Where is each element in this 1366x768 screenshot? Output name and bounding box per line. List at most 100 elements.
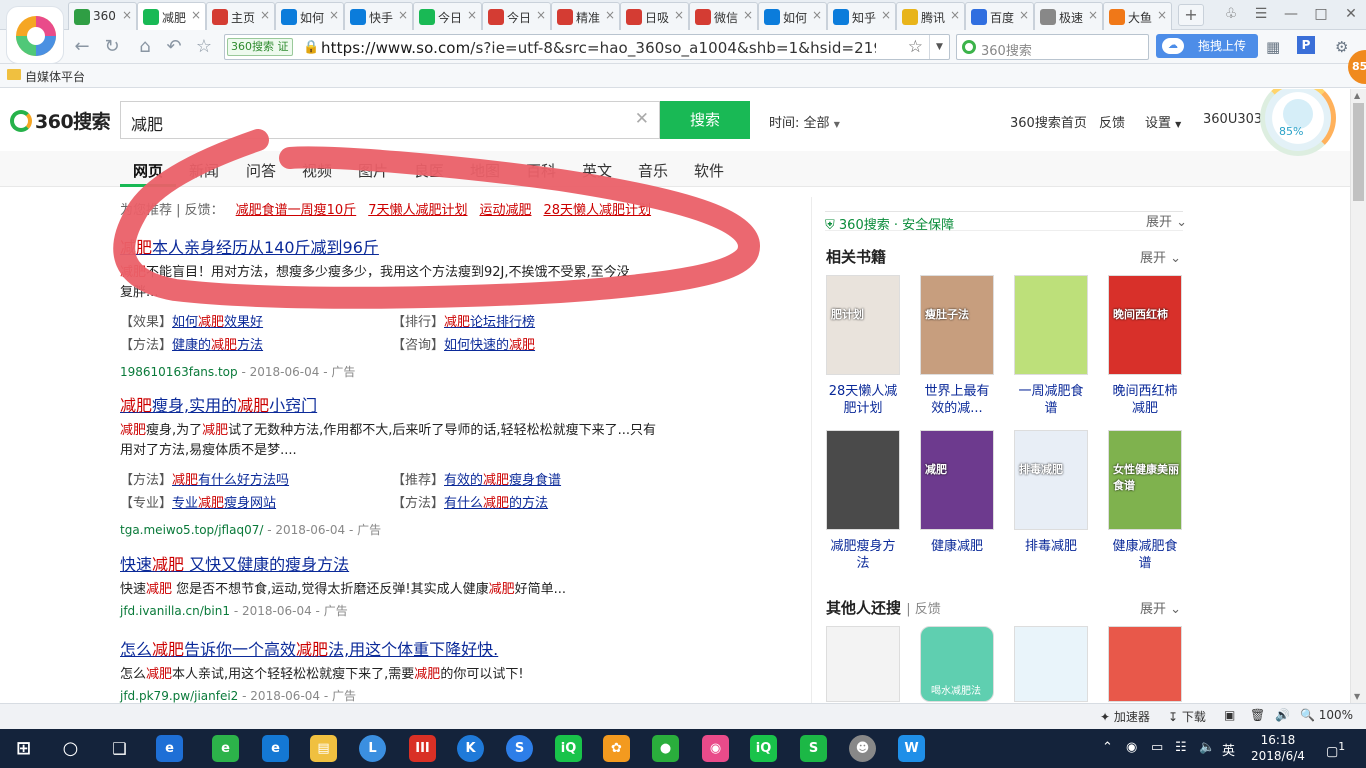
browser-tab[interactable]: 腾讯 × bbox=[896, 2, 965, 30]
tab-close-icon[interactable]: × bbox=[122, 8, 132, 22]
result-title[interactable]: 减肥本人亲身经历从140斤减到96斤 bbox=[120, 234, 680, 258]
book-cover[interactable] bbox=[1014, 275, 1088, 375]
windows-start-icon[interactable]: ⊞ bbox=[10, 735, 37, 762]
site-verify-badge[interactable]: 360搜索 证 bbox=[227, 38, 293, 56]
book-cover[interactable]: 减肥 bbox=[920, 430, 994, 530]
expand-toggle[interactable]: 展开 ⌄ bbox=[1146, 211, 1187, 230]
tab-close-icon[interactable]: × bbox=[1157, 8, 1167, 22]
book-card[interactable]: 瘦肚子法 世界上最有效的减... bbox=[920, 275, 994, 417]
new-tab-button[interactable]: + bbox=[1178, 4, 1204, 26]
app-k-icon[interactable]: K bbox=[457, 735, 484, 762]
app-s-icon[interactable]: S bbox=[800, 735, 827, 762]
book-cover[interactable]: 瘦肚子法 bbox=[920, 275, 994, 375]
ie-green-icon[interactable]: e bbox=[212, 735, 239, 762]
other-search-image[interactable] bbox=[826, 626, 900, 702]
result-title[interactable]: 怎么减肥告诉你一个高效减肥法,用这个体重下降好快. bbox=[120, 636, 680, 660]
maximize-icon[interactable]: □ bbox=[1306, 0, 1336, 28]
close-icon[interactable]: ✕ bbox=[1336, 0, 1366, 28]
result-url[interactable]: jfd.pk79.pw/jianfei2 - 2018-06-04 - 广告 bbox=[120, 687, 680, 703]
tab-close-icon[interactable]: × bbox=[260, 8, 270, 22]
notification-center-icon[interactable]: ▢1 bbox=[1326, 740, 1345, 759]
trash-icon[interactable]: 🗑 bbox=[1250, 708, 1265, 722]
tab-music[interactable]: 音乐 bbox=[638, 160, 668, 181]
browser-tab[interactable]: 主页 × bbox=[206, 2, 275, 30]
sublink[interactable]: 减肥有什么好方法吗 bbox=[172, 473, 289, 488]
settings-tool-icon[interactable]: ⚙ bbox=[1335, 38, 1348, 56]
result-url[interactable]: jfd.ivanilla.cn/bin1 - 2018-06-04 - 广告 bbox=[120, 602, 680, 619]
download[interactable]: ↧ 下载 bbox=[1168, 708, 1206, 725]
other-search-card[interactable] bbox=[1108, 626, 1182, 702]
tab-software[interactable]: 软件 bbox=[694, 160, 724, 181]
tab-close-icon[interactable]: × bbox=[674, 8, 684, 22]
browser-tab[interactable]: 360 × bbox=[68, 2, 137, 30]
browser-tab[interactable]: 极速 × bbox=[1034, 2, 1103, 30]
book-cover[interactable]: 晚间西红柿 bbox=[1108, 275, 1182, 375]
book-card[interactable]: 减肥瘦身方法 bbox=[826, 430, 900, 572]
tab-baike[interactable]: 百科 bbox=[526, 160, 556, 181]
bookmark-item[interactable]: 自媒体平台 bbox=[25, 68, 85, 85]
wechat-icon[interactable]: ● bbox=[652, 735, 679, 762]
related-link[interactable]: 28天懒人减肥计划 bbox=[544, 203, 652, 218]
link-home[interactable]: 360搜索首页 bbox=[1010, 112, 1087, 131]
book-card[interactable]: 一周减肥食谱 bbox=[1014, 275, 1088, 417]
drag-upload-button[interactable]: ☁ 拖拽上传 bbox=[1156, 34, 1258, 58]
iqiyi-icon[interactable]: iQ bbox=[555, 735, 582, 762]
related-link[interactable]: 减肥食谱一周瘦10斤 bbox=[236, 203, 357, 218]
tab-close-icon[interactable]: × bbox=[191, 8, 201, 22]
home-icon[interactable]: ⌂ bbox=[133, 35, 157, 59]
expand-toggle[interactable]: 展开 ⌄ bbox=[1140, 247, 1181, 266]
book-card[interactable]: 减肥 健康减肥 bbox=[920, 430, 994, 555]
browser-tab[interactable]: 精准 × bbox=[551, 2, 620, 30]
sublink[interactable]: 专业减肥瘦身网站 bbox=[172, 496, 276, 511]
book-title[interactable]: 健康减肥 bbox=[920, 538, 994, 555]
iqiyi-icon[interactable]: iQ bbox=[750, 735, 777, 762]
tab-close-icon[interactable]: × bbox=[605, 8, 615, 22]
link-settings[interactable]: 设置 ▼ bbox=[1145, 112, 1181, 131]
ime-indicator[interactable]: 英 bbox=[1222, 740, 1235, 759]
tray-expand-icon[interactable]: ⌃ bbox=[1102, 740, 1113, 755]
book-title[interactable]: 28天懒人减肥计划 bbox=[826, 383, 900, 417]
minimize-icon[interactable]: — bbox=[1276, 0, 1306, 28]
tab-qa[interactable]: 问答 bbox=[246, 160, 276, 181]
book-title[interactable]: 排毒减肥 bbox=[1014, 538, 1088, 555]
zoom-indicator[interactable]: 🔍 100% bbox=[1300, 708, 1353, 722]
link-feedback[interactable]: 反馈 bbox=[1099, 112, 1125, 131]
apps-icon[interactable]: ▦ bbox=[1266, 38, 1280, 56]
tab-images[interactable]: 图片 bbox=[358, 160, 388, 181]
accelerator[interactable]: ✦ 加速器 bbox=[1100, 708, 1150, 725]
undo-icon[interactable]: ↶ bbox=[162, 35, 186, 59]
page-scrollbar[interactable]: ▲ ▼ bbox=[1350, 89, 1366, 703]
back-icon[interactable]: ← bbox=[70, 35, 94, 59]
result-url[interactable]: 198610163fans.top - 2018-06-04 - 广告 bbox=[120, 363, 680, 380]
browser-tab[interactable]: 知乎 × bbox=[827, 2, 896, 30]
browser-tab[interactable]: 减肥 × bbox=[137, 2, 206, 30]
app-orange-icon[interactable]: ✿ bbox=[603, 735, 630, 762]
clear-icon[interactable]: ✕ bbox=[635, 109, 649, 129]
safety-text[interactable]: ⛨ 360搜索 · 安全保障 bbox=[825, 214, 954, 233]
tab-close-icon[interactable]: × bbox=[1088, 8, 1098, 22]
tab-map[interactable]: 地图 bbox=[470, 160, 500, 181]
search-button[interactable]: 搜索 bbox=[660, 101, 750, 139]
related-link[interactable]: 运动减肥 bbox=[479, 203, 531, 218]
scroll-down-icon[interactable]: ▼ bbox=[1354, 692, 1360, 701]
ie-icon[interactable]: e bbox=[156, 735, 183, 762]
bookmark-star-icon[interactable]: ☆ bbox=[908, 37, 923, 57]
browser-tab[interactable]: 日吸 × bbox=[620, 2, 689, 30]
result-title[interactable]: 减肥瘦身,实用的减肥小窍门 bbox=[120, 392, 680, 416]
tab-close-icon[interactable]: × bbox=[881, 8, 891, 22]
browser-tab[interactable]: 今日 × bbox=[413, 2, 482, 30]
tab-close-icon[interactable]: × bbox=[398, 8, 408, 22]
skin-icon[interactable]: ♧ bbox=[1216, 0, 1246, 28]
tray-app-icon[interactable]: ◉ bbox=[1126, 740, 1137, 755]
sublink[interactable]: 如何减肥效果好 bbox=[172, 315, 263, 330]
sublink[interactable]: 健康的减肥方法 bbox=[172, 338, 263, 353]
tab-news[interactable]: 新闻 bbox=[189, 160, 219, 181]
clock[interactable]: 16:18 2018/6/4 bbox=[1251, 732, 1305, 764]
file-explorer-icon[interactable]: ▤ bbox=[310, 735, 337, 762]
browser-tab[interactable]: 快手 × bbox=[344, 2, 413, 30]
other-search-card[interactable]: 喝水减肥法 bbox=[920, 626, 994, 702]
book-card[interactable]: 女性健康美丽食谱 健康减肥食谱 bbox=[1108, 430, 1182, 572]
tab-close-icon[interactable]: × bbox=[950, 8, 960, 22]
360-browser-logo[interactable] bbox=[6, 6, 64, 64]
pdf-plugin-icon[interactable]: P bbox=[1297, 36, 1315, 54]
